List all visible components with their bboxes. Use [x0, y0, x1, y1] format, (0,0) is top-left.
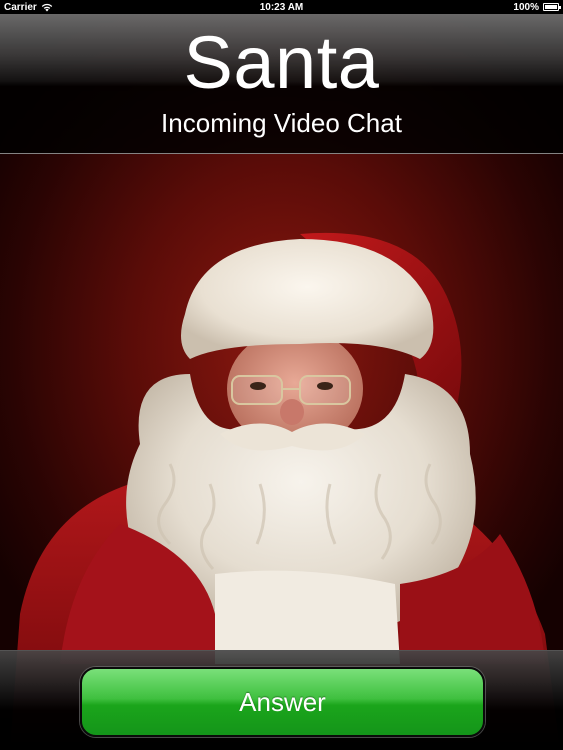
status-bar-right: 100%: [513, 1, 561, 13]
status-time: 10:23 AM: [259, 1, 304, 13]
battery-percent: 100%: [513, 1, 539, 13]
status-bar: Carrier 10:23 AM 100%: [0, 0, 563, 14]
call-header: Santa Incoming Video Chat: [0, 14, 563, 154]
call-footer: Answer: [0, 650, 563, 750]
wifi-icon: [41, 3, 53, 11]
answer-button[interactable]: Answer: [80, 667, 485, 737]
call-status: Incoming Video Chat: [161, 108, 402, 138]
battery-icon: [543, 3, 561, 11]
caller-name: Santa: [183, 21, 380, 104]
status-bar-left: Carrier: [4, 2, 53, 13]
carrier-label: Carrier: [4, 1, 37, 13]
